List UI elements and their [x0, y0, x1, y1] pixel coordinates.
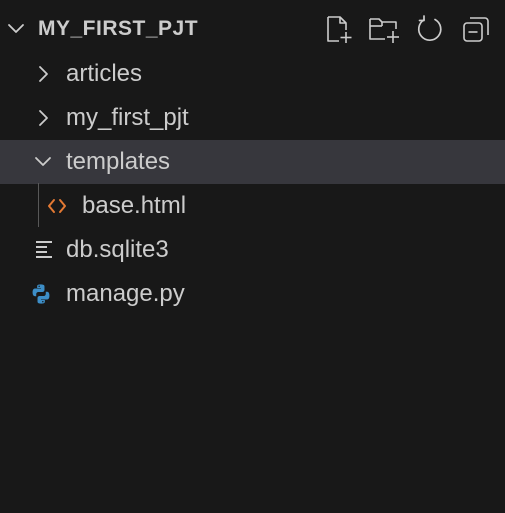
text-file-icon [33, 238, 55, 262]
new-folder-icon[interactable] [367, 12, 401, 46]
explorer-actions [321, 12, 493, 46]
python-file-icon [30, 282, 52, 306]
tree-item-label: db.sqlite3 [66, 236, 169, 263]
tree-item-my-first-pjt[interactable]: my_first_pjt [0, 96, 505, 140]
explorer-folder-header[interactable]: MY_FIRST_PJT [0, 8, 505, 50]
folder-title[interactable]: MY_FIRST_PJT [38, 17, 198, 41]
tree-item-db-sqlite3[interactable]: db.sqlite3 [0, 228, 505, 272]
refresh-icon[interactable] [413, 12, 447, 46]
collapse-all-icon[interactable] [459, 12, 493, 46]
html-file-icon [46, 194, 68, 218]
tree-item-label: my_first_pjt [66, 104, 189, 131]
chevron-right-icon[interactable] [33, 108, 53, 128]
tree-item-label: base.html [82, 192, 187, 219]
chevron-down-icon[interactable] [6, 19, 26, 39]
tree-item-label: manage.py [66, 280, 185, 307]
tree-item-templates[interactable]: templates [0, 140, 505, 184]
tree-item-articles[interactable]: articles [0, 52, 505, 96]
file-explorer: MY_FIRST_PJT articles my_first_pjt templ… [0, 0, 505, 513]
tree-item-label: articles [66, 60, 143, 87]
new-file-icon[interactable] [321, 12, 355, 46]
tree-item-manage-py[interactable]: manage.py [0, 272, 505, 316]
tree-item-base-html[interactable]: base.html [0, 184, 505, 228]
chevron-down-icon[interactable] [33, 152, 53, 172]
tree-item-label: templates [66, 148, 171, 175]
chevron-right-icon[interactable] [33, 64, 53, 84]
